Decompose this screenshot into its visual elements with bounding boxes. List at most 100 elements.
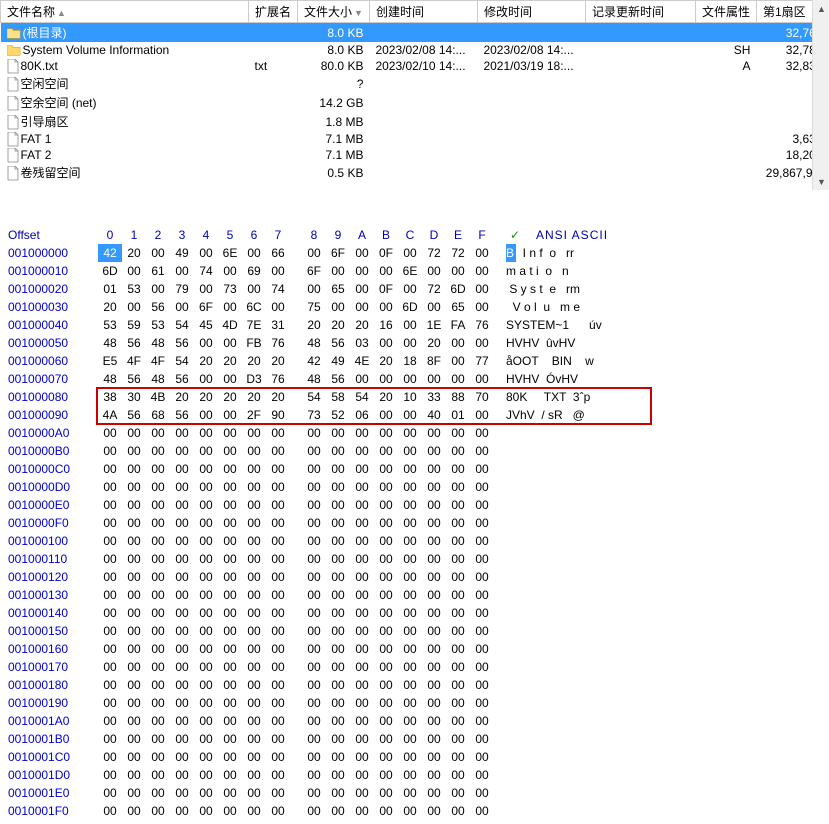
hex-byte[interactable]: 00 <box>218 766 242 784</box>
hex-byte[interactable]: 00 <box>242 532 266 550</box>
hex-byte[interactable]: 01 <box>98 280 122 298</box>
hex-byte[interactable]: 00 <box>446 262 470 280</box>
hex-byte[interactable]: 20 <box>374 388 398 406</box>
hex-byte[interactable]: 0F <box>374 280 398 298</box>
hex-byte[interactable]: 54 <box>302 388 326 406</box>
hex-byte[interactable]: 00 <box>218 370 242 388</box>
hex-byte[interactable]: 00 <box>326 622 350 640</box>
hex-row[interactable]: 0010001F00000000000000000000000000000000… <box>8 802 821 820</box>
hex-byte[interactable]: 00 <box>422 442 446 460</box>
hex-byte[interactable]: 00 <box>266 442 290 460</box>
hex-byte[interactable]: 00 <box>398 370 422 388</box>
hex-byte[interactable]: 00 <box>98 442 122 460</box>
hex-byte[interactable]: 00 <box>122 298 146 316</box>
hex-byte[interactable]: 00 <box>398 586 422 604</box>
hex-byte[interactable]: 00 <box>398 784 422 802</box>
hex-byte[interactable]: 00 <box>422 748 446 766</box>
hex-byte[interactable]: 20 <box>122 244 146 262</box>
hex-byte[interactable]: 00 <box>398 442 422 460</box>
hex-byte[interactable]: 00 <box>350 586 374 604</box>
hex-row[interactable]: 00100002001530079007300740065000F00726D0… <box>8 280 821 298</box>
hex-byte[interactable]: 00 <box>374 766 398 784</box>
hex-byte[interactable]: 38 <box>98 388 122 406</box>
hex-byte[interactable]: 00 <box>326 802 350 820</box>
hex-byte[interactable]: 00 <box>350 676 374 694</box>
hex-byte[interactable]: 6F <box>194 298 218 316</box>
hex-byte[interactable]: 00 <box>446 622 470 640</box>
hex-byte[interactable]: 00 <box>374 550 398 568</box>
hex-byte[interactable]: 00 <box>242 730 266 748</box>
hex-row[interactable]: 0010001000000000000000000000000000000000… <box>8 532 821 550</box>
hex-byte[interactable]: 00 <box>326 712 350 730</box>
hex-byte[interactable]: 20 <box>170 388 194 406</box>
hex-byte[interactable]: 00 <box>194 478 218 496</box>
hex-byte[interactable]: 00 <box>146 694 170 712</box>
col-accessed[interactable]: 记录更新时间 <box>585 1 695 23</box>
hex-byte[interactable]: 00 <box>422 514 446 532</box>
hex-byte[interactable]: 00 <box>302 586 326 604</box>
file-row[interactable]: FAT 17.1 MB3,632 <box>1 131 829 147</box>
hex-byte[interactable]: 00 <box>98 622 122 640</box>
hex-byte[interactable]: 00 <box>470 424 494 442</box>
hex-byte[interactable]: 00 <box>374 334 398 352</box>
hex-byte[interactable]: 00 <box>302 496 326 514</box>
hex-byte[interactable]: 8F <box>422 352 446 370</box>
hex-byte[interactable]: 00 <box>398 514 422 532</box>
hex-byte[interactable]: 00 <box>122 568 146 586</box>
hex-byte[interactable]: 00 <box>398 694 422 712</box>
hex-byte[interactable]: 00 <box>218 298 242 316</box>
hex-byte[interactable]: 1E <box>422 316 446 334</box>
hex-byte[interactable]: 00 <box>398 658 422 676</box>
hex-byte[interactable]: 54 <box>170 316 194 334</box>
hex-byte[interactable]: 00 <box>146 442 170 460</box>
hex-byte[interactable]: 00 <box>98 478 122 496</box>
hex-row[interactable]: 0010001E00000000000000000000000000000000… <box>8 784 821 802</box>
hex-byte[interactable]: 00 <box>422 262 446 280</box>
hex-byte[interactable]: 00 <box>446 460 470 478</box>
hex-byte[interactable]: 00 <box>98 532 122 550</box>
hex-byte[interactable]: 00 <box>122 712 146 730</box>
hex-byte[interactable]: 31 <box>266 316 290 334</box>
hex-byte[interactable]: 00 <box>374 748 398 766</box>
hex-byte[interactable]: 00 <box>242 244 266 262</box>
hex-byte[interactable]: 00 <box>446 640 470 658</box>
hex-byte[interactable]: 00 <box>422 550 446 568</box>
hex-byte[interactable]: 00 <box>446 730 470 748</box>
hex-byte[interactable]: 00 <box>146 514 170 532</box>
hex-byte[interactable]: 00 <box>470 568 494 586</box>
hex-byte[interactable]: 00 <box>170 694 194 712</box>
hex-byte[interactable]: 00 <box>422 622 446 640</box>
hex-byte[interactable]: 00 <box>350 478 374 496</box>
hex-byte[interactable]: 00 <box>350 748 374 766</box>
hex-byte[interactable]: 00 <box>302 766 326 784</box>
hex-byte[interactable]: 00 <box>374 712 398 730</box>
hex-byte[interactable]: 00 <box>398 316 422 334</box>
hex-byte[interactable]: 20 <box>242 388 266 406</box>
hex-byte[interactable]: 00 <box>302 514 326 532</box>
hex-byte[interactable]: 00 <box>302 244 326 262</box>
hex-byte[interactable]: 00 <box>302 478 326 496</box>
hex-byte[interactable]: 00 <box>98 748 122 766</box>
hex-byte[interactable]: 00 <box>266 622 290 640</box>
hex-byte[interactable]: 00 <box>422 676 446 694</box>
hex-byte[interactable]: 00 <box>218 424 242 442</box>
hex-byte[interactable]: 00 <box>266 586 290 604</box>
hex-byte[interactable]: 00 <box>470 370 494 388</box>
hex-byte[interactable]: 00 <box>446 442 470 460</box>
hex-byte[interactable]: 00 <box>398 712 422 730</box>
hex-byte[interactable]: 00 <box>194 802 218 820</box>
hex-byte[interactable]: 4A <box>98 406 122 424</box>
hex-row[interactable]: 0010001200000000000000000000000000000000… <box>8 568 821 586</box>
hex-byte[interactable]: 00 <box>350 550 374 568</box>
hex-byte[interactable]: 00 <box>398 640 422 658</box>
hex-byte[interactable]: 00 <box>446 478 470 496</box>
hex-byte[interactable]: 00 <box>218 586 242 604</box>
hex-byte[interactable]: 00 <box>98 712 122 730</box>
hex-byte[interactable]: 00 <box>170 802 194 820</box>
hex-byte[interactable]: 00 <box>398 460 422 478</box>
hex-byte[interactable]: 20 <box>194 388 218 406</box>
hex-byte[interactable]: 00 <box>350 658 374 676</box>
hex-byte[interactable]: 00 <box>374 568 398 586</box>
hex-byte[interactable]: 00 <box>218 802 242 820</box>
hex-byte[interactable]: 00 <box>194 676 218 694</box>
